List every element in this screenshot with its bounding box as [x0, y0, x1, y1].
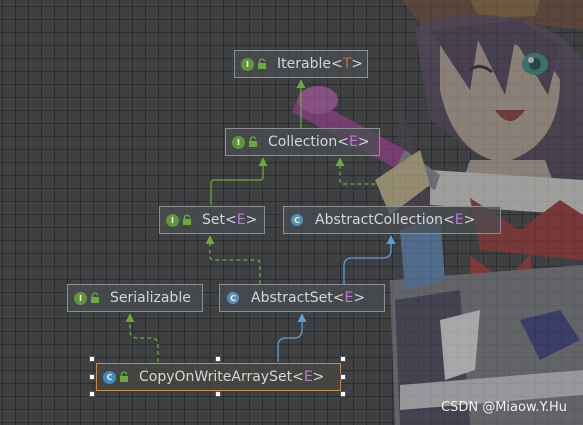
resize-handle-bottom-left[interactable]	[89, 391, 95, 397]
node-abstract-collection[interactable]: C AbstractCollection < E >	[283, 206, 501, 234]
node-set[interactable]: I Set < E >	[159, 206, 265, 234]
node-abstract-collection-name: AbstractCollection	[315, 212, 444, 228]
abstract-class-icon: C	[290, 213, 304, 227]
node-serializable-name: Serializable	[110, 290, 191, 306]
diagram-canvas[interactable]: I Iterable < T > I Collection < E > I Set < E > C…	[0, 0, 583, 425]
node-abstract-set[interactable]: C AbstractSet < E >	[219, 284, 385, 312]
node-copy-on-write-array-set[interactable]: C CopyOnWriteArraySet < E >	[96, 363, 341, 391]
resize-handle-bottom-right[interactable]	[340, 391, 346, 397]
node-collection-name: Collection	[268, 134, 338, 150]
node-abstract-set-name: AbstractSet	[251, 290, 333, 306]
class-icon: C	[103, 370, 116, 384]
node-set-type-param: E	[236, 212, 246, 228]
resize-handle-bottom-center[interactable]	[215, 391, 221, 397]
interface-icon: I	[232, 135, 245, 149]
public-lock-icon	[258, 58, 266, 69]
public-lock-icon	[183, 214, 191, 225]
public-lock-icon	[249, 136, 257, 147]
node-iterable-name: Iterable	[277, 56, 331, 72]
node-collection-type-param: E	[348, 134, 358, 150]
interface-icon: I	[241, 57, 254, 71]
resize-handle-top-right[interactable]	[340, 356, 346, 362]
node-abstract-set-type-param: E	[344, 290, 354, 306]
node-collection[interactable]: I Collection < E >	[225, 128, 380, 156]
resize-handle-mid-left[interactable]	[89, 374, 95, 380]
abstract-class-icon: C	[226, 291, 240, 305]
node-abstract-collection-type-param: E	[454, 212, 464, 228]
node-serializable[interactable]: I Serializable	[67, 284, 203, 312]
node-set-name: Set	[202, 212, 225, 228]
public-lock-icon	[91, 292, 99, 303]
resize-handle-top-center[interactable]	[215, 356, 221, 362]
watermark: CSDN @Miaow.Y.Hu	[441, 400, 567, 415]
node-iterable[interactable]: I Iterable < T >	[234, 50, 368, 78]
node-iterable-type-param: T	[342, 56, 352, 72]
interface-icon: I	[166, 213, 179, 227]
resize-handle-top-left[interactable]	[89, 356, 95, 362]
node-copy-on-write-array-set-type-param: E	[303, 369, 313, 385]
public-lock-icon	[120, 371, 128, 382]
node-copy-on-write-array-set-name: CopyOnWriteArraySet	[139, 369, 293, 385]
interface-icon: I	[74, 291, 87, 305]
resize-handle-mid-right[interactable]	[340, 374, 346, 380]
